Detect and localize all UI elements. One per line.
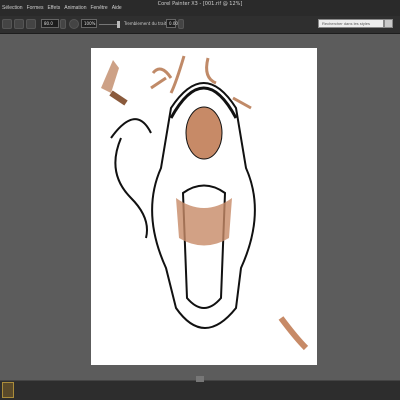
bottom-bar xyxy=(0,380,400,400)
size-field[interactable]: 80.0 xyxy=(41,19,59,28)
search-icon[interactable] xyxy=(384,19,393,28)
reset-icon[interactable] xyxy=(26,19,36,29)
brush-selector-icon[interactable] xyxy=(2,382,14,398)
drawing-canvas[interactable] xyxy=(91,48,317,365)
window-title: Corel Painter X3 - [001.rif @ 12%] xyxy=(157,1,243,7)
scrollbar-handle[interactable] xyxy=(196,376,204,382)
size-dropdown-icon[interactable] xyxy=(60,19,66,29)
tremor-dropdown-icon[interactable] xyxy=(178,19,184,29)
artwork-illustration xyxy=(101,55,309,351)
menu-formes[interactable]: Formes xyxy=(25,0,46,16)
tremor-field[interactable]: 0.00 xyxy=(166,19,178,28)
menu-effets[interactable]: Effets xyxy=(46,0,63,16)
brush-variant-icon[interactable] xyxy=(14,19,24,29)
brush-tool-icon[interactable] xyxy=(2,19,12,29)
opacity-field[interactable]: 100% xyxy=(81,19,97,28)
menu-animation[interactable]: Animation xyxy=(62,0,88,16)
menu-selection[interactable]: Sélection xyxy=(0,0,25,16)
menu-aide[interactable]: Aide xyxy=(110,0,124,16)
menu-fenetre[interactable]: Fenêtre xyxy=(88,0,109,16)
opacity-icon xyxy=(69,19,79,29)
search-input[interactable]: Rechercher dans les styles xyxy=(318,19,384,28)
opacity-slider-track[interactable] xyxy=(99,24,119,25)
tremor-label: Tremblement du trait : xyxy=(124,21,169,26)
opacity-slider-knob[interactable] xyxy=(117,21,120,28)
